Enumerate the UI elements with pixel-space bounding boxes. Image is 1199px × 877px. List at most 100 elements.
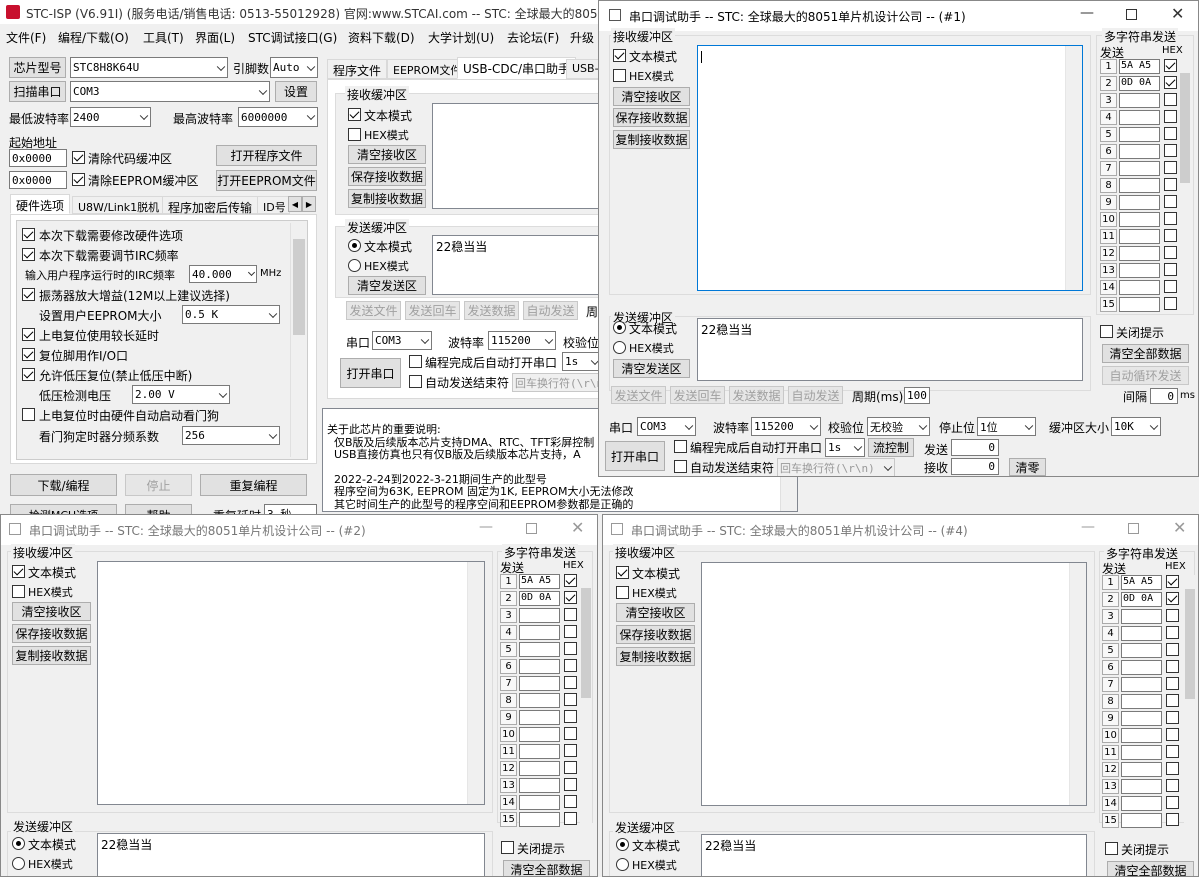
win1-close-prompt-checkbox[interactable] bbox=[1100, 325, 1113, 338]
win1-auto-loop-button[interactable]: 自动循环发送 bbox=[1102, 366, 1189, 385]
row-send-button[interactable]: 1 bbox=[500, 574, 517, 589]
row-send-button[interactable]: 12 bbox=[1100, 246, 1117, 261]
open-program-button[interactable]: 打开程序文件 bbox=[216, 145, 317, 166]
lvd-select[interactable]: 2.00 V bbox=[132, 385, 230, 404]
win1-save-recv-button[interactable]: 保存接收数据 bbox=[613, 108, 690, 127]
row-hex-checkbox[interactable] bbox=[564, 591, 577, 604]
win2-recv-textarea[interactable] bbox=[97, 561, 485, 805]
row-hex-checkbox[interactable] bbox=[1164, 229, 1177, 242]
menu-debug[interactable]: STC调试接口(G) bbox=[248, 29, 337, 46]
row-hex-checkbox[interactable] bbox=[1164, 93, 1177, 106]
row-hex-checkbox[interactable] bbox=[1166, 694, 1179, 707]
row-send-button[interactable]: 6 bbox=[1100, 144, 1117, 159]
maximize-icon[interactable] bbox=[526, 523, 537, 534]
row-send-button[interactable]: 5 bbox=[500, 642, 517, 657]
win1-buf-select[interactable]: 10K bbox=[1111, 417, 1161, 436]
menu-upgrade[interactable]: 升级 bbox=[570, 29, 594, 46]
row-value-input[interactable] bbox=[519, 778, 560, 793]
row-value-input[interactable] bbox=[1121, 711, 1162, 726]
row-value-input[interactable] bbox=[1121, 626, 1162, 641]
row-send-button[interactable]: 8 bbox=[1100, 178, 1117, 193]
menu-university[interactable]: 大学计划(U) bbox=[428, 29, 494, 46]
row-hex-checkbox[interactable] bbox=[564, 642, 577, 655]
win2-send-text-radio[interactable] bbox=[12, 837, 25, 850]
row-send-button[interactable]: 3 bbox=[1102, 609, 1119, 624]
row-send-button[interactable]: 13 bbox=[1100, 263, 1117, 278]
menu-file[interactable]: 文件(F) bbox=[6, 29, 46, 46]
win1-text-mode-checkbox[interactable] bbox=[613, 49, 626, 62]
row-send-button[interactable]: 13 bbox=[500, 778, 517, 793]
row-value-input[interactable] bbox=[1119, 195, 1160, 210]
row-hex-checkbox[interactable] bbox=[1166, 711, 1179, 724]
win1-clear-send-button[interactable]: 清空发送区 bbox=[613, 359, 690, 378]
row-hex-checkbox[interactable] bbox=[1164, 212, 1177, 225]
row-value-input[interactable] bbox=[1121, 745, 1162, 760]
row-hex-checkbox[interactable] bbox=[1166, 728, 1179, 741]
row-value-input[interactable] bbox=[1119, 127, 1160, 142]
win1-send-file-button[interactable]: 发送文件 bbox=[611, 386, 666, 404]
win1-recv-scrollbar[interactable] bbox=[1065, 46, 1082, 290]
row-hex-checkbox[interactable] bbox=[1166, 575, 1179, 588]
win2-multi-scrollbar[interactable] bbox=[580, 574, 592, 828]
row-send-button[interactable]: 10 bbox=[1102, 728, 1119, 743]
max-baud-select[interactable]: 6000000 bbox=[238, 107, 318, 127]
usb-end-char-select[interactable]: 回车换行符(\r\n) bbox=[512, 373, 602, 392]
row-send-button[interactable]: 6 bbox=[1102, 660, 1119, 675]
row-hex-checkbox[interactable] bbox=[564, 676, 577, 689]
tab-encrypt[interactable]: 程序加密后传输 bbox=[162, 196, 259, 215]
row-value-input[interactable] bbox=[519, 727, 560, 742]
win4-copy-recv-button[interactable]: 复制接收数据 bbox=[616, 647, 695, 666]
usb-open-port-button[interactable]: 打开串口 bbox=[340, 358, 401, 388]
row-send-button[interactable]: 5 bbox=[1102, 643, 1119, 658]
menu-interface[interactable]: 界面(L) bbox=[195, 29, 235, 46]
usb-send-hex-radio[interactable] bbox=[348, 259, 361, 272]
row-value-input[interactable] bbox=[519, 795, 560, 810]
row-value-input[interactable] bbox=[1119, 161, 1160, 176]
win2-close-prompt-checkbox[interactable] bbox=[501, 841, 514, 854]
row-hex-checkbox[interactable] bbox=[1166, 779, 1179, 792]
row-hex-checkbox[interactable] bbox=[1166, 677, 1179, 690]
opt-lvr-checkbox[interactable] bbox=[22, 368, 35, 381]
usb-auto-open-checkbox[interactable] bbox=[409, 355, 422, 368]
row-hex-checkbox[interactable] bbox=[1166, 643, 1179, 656]
download-button[interactable]: 下载/编程 bbox=[10, 474, 117, 496]
tab-u8w[interactable]: U8W/Link1脱机 bbox=[72, 196, 166, 214]
close-icon[interactable]: ✕ bbox=[1173, 518, 1186, 537]
options-scrollbar[interactable] bbox=[290, 223, 306, 457]
opt-wdt-checkbox[interactable] bbox=[22, 408, 35, 421]
usb-send-return-button[interactable]: 发送回车 bbox=[405, 301, 460, 320]
win1-multi-scroll-thumb[interactable] bbox=[1180, 73, 1190, 183]
menu-forum[interactable]: 去论坛(F) bbox=[507, 29, 559, 46]
row-value-input[interactable] bbox=[1119, 246, 1160, 261]
row-value-input[interactable] bbox=[1119, 93, 1160, 108]
usb-auto-end-checkbox[interactable] bbox=[409, 375, 422, 388]
usb-auto-open-select[interactable]: 1s bbox=[562, 352, 602, 371]
row-value-input[interactable] bbox=[1121, 796, 1162, 811]
opt-irc-checkbox[interactable] bbox=[22, 248, 35, 261]
open-eeprom-button[interactable]: 打开EEPROM文件 bbox=[216, 170, 317, 191]
usb-clear-recv-button[interactable]: 清空接收区 bbox=[348, 145, 426, 164]
row-hex-checkbox[interactable] bbox=[564, 744, 577, 757]
row-value-input[interactable] bbox=[1121, 813, 1162, 828]
win1-clear-all-button[interactable]: 清空全部数据 bbox=[1102, 344, 1189, 363]
clear-eeprom-checkbox[interactable] bbox=[72, 173, 85, 186]
row-hex-checkbox[interactable] bbox=[1166, 660, 1179, 673]
win1-send-return-button[interactable]: 发送回车 bbox=[670, 386, 725, 404]
eeprom-size-select[interactable]: 0.5 K bbox=[182, 305, 280, 324]
row-value-input[interactable] bbox=[1119, 280, 1160, 295]
row-send-button[interactable]: 7 bbox=[1100, 161, 1117, 176]
row-hex-checkbox[interactable] bbox=[564, 608, 577, 621]
menu-tools[interactable]: 工具(T) bbox=[143, 29, 184, 46]
close-icon[interactable]: ✕ bbox=[1171, 4, 1184, 23]
row-hex-checkbox[interactable] bbox=[564, 778, 577, 791]
row-send-button[interactable]: 11 bbox=[1102, 745, 1119, 760]
usb-recv-textarea[interactable] bbox=[432, 103, 607, 209]
row-value-input[interactable] bbox=[519, 693, 560, 708]
win1-flow-button[interactable]: 流控制 bbox=[868, 438, 914, 457]
row-hex-checkbox[interactable] bbox=[1166, 626, 1179, 639]
row-send-button[interactable]: 1 bbox=[1100, 59, 1117, 74]
row-send-button[interactable]: 14 bbox=[500, 795, 517, 810]
win4-recv-scrollbar[interactable] bbox=[1069, 563, 1086, 805]
tab-id[interactable]: ID号 bbox=[257, 196, 290, 214]
row-send-button[interactable]: 12 bbox=[1102, 762, 1119, 777]
